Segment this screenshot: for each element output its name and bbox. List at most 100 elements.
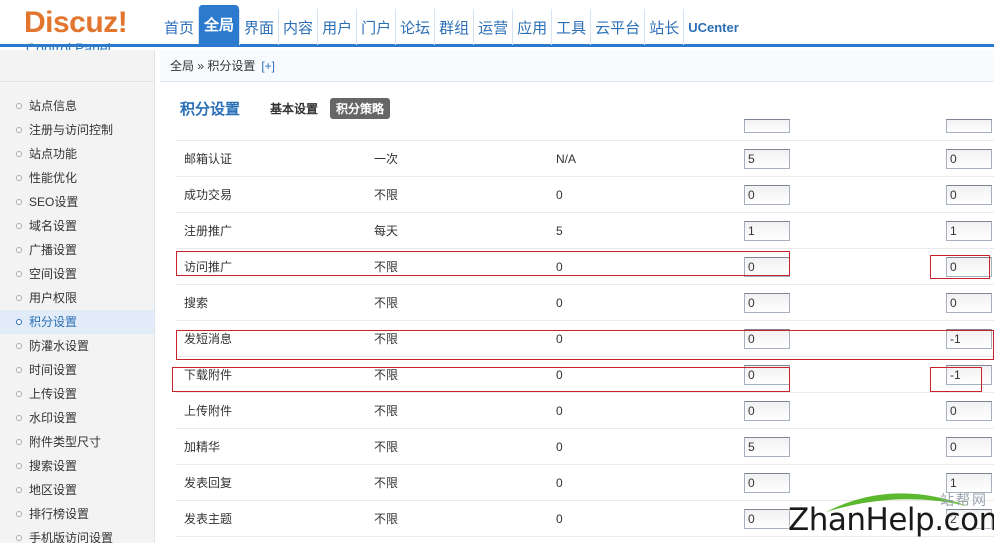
sidebar-item-3[interactable]: 性能优化 xyxy=(0,166,154,190)
nav-item-2[interactable]: 界面 xyxy=(239,9,278,45)
table-row: 发短消息 不限 0 0 -1 xyxy=(176,321,994,357)
reward-cycle: 不限 xyxy=(374,368,399,382)
credit-value-input[interactable]: 0 xyxy=(744,472,790,493)
sidebar-item-2[interactable]: 站点功能 xyxy=(0,142,154,166)
sidebar-menu: 站点信息注册与访问控制站点功能性能优化 SEO设置 域名设置 广播设置空间设置用户权限… xyxy=(0,82,154,543)
credit-value-input[interactable]: -1 xyxy=(946,364,992,385)
action-name: 加精华 xyxy=(184,440,221,454)
sidebar-item-label: 注册与访问控制 xyxy=(29,123,114,137)
action-name: 发短消息 xyxy=(184,332,233,346)
sidebar-item-13[interactable]: 水印设置 xyxy=(0,406,154,430)
reward-cycle: 不限 xyxy=(374,440,399,454)
action-name: 下载附件 xyxy=(184,368,233,382)
credit-value-input[interactable]: 0 xyxy=(946,400,992,421)
credit-value-input[interactable]: 0 xyxy=(744,184,790,205)
nav-item-3[interactable]: 内容 xyxy=(278,9,317,45)
sidebar-item-label: 水印设置 xyxy=(29,411,78,425)
credit-value-input[interactable]: 0 xyxy=(744,292,790,313)
nav-item-0[interactable]: 首页 xyxy=(160,9,198,45)
reward-times: 0 xyxy=(556,403,563,418)
sidebar-item-7[interactable]: 空间设置 xyxy=(0,262,154,286)
sidebar-item-label: 附件类型尺寸 xyxy=(29,435,102,449)
credit-value-input[interactable]: 0 xyxy=(946,436,992,457)
credit-value-input[interactable]: 0 xyxy=(744,400,790,421)
table-row: 上传附件 不限 0 0 0 xyxy=(176,393,994,429)
nav-item-7[interactable]: 群组 xyxy=(434,9,473,45)
sidebar-item-11[interactable]: 时间设置 xyxy=(0,358,154,382)
sidebar-item-15[interactable]: 搜索设置 xyxy=(0,454,154,478)
action-name: 发表主题 xyxy=(184,512,233,526)
sidebar-item-18[interactable]: 手机版访问设置 xyxy=(0,526,154,543)
bullet-icon xyxy=(16,199,22,205)
nav-item-6[interactable]: 论坛 xyxy=(395,9,434,45)
credit-value-input[interactable]: 0 xyxy=(946,148,992,169)
sidebar-item-5[interactable]: 域名设置 xyxy=(0,214,154,238)
credit-value-input[interactable]: 5 xyxy=(744,148,790,169)
nav-item-10[interactable]: 工具 xyxy=(551,9,590,45)
reward-cycle: 不限 xyxy=(374,512,399,526)
reward-times: 0 xyxy=(556,331,563,346)
credit-value-input[interactable] xyxy=(744,119,790,133)
bullet-icon xyxy=(16,415,22,421)
tab-basic-settings[interactable]: 基本设置 xyxy=(264,98,324,119)
bullet-icon xyxy=(16,295,22,301)
sidebar-item-12[interactable]: 上传设置 xyxy=(0,382,154,406)
sidebar-item-label: 空间设置 xyxy=(29,267,78,281)
sidebar-item-1[interactable]: 注册与访问控制 xyxy=(0,118,154,142)
reward-cycle: 每天 xyxy=(374,224,399,238)
reward-cycle: 不限 xyxy=(374,260,399,274)
credit-value-input[interactable]: 0 xyxy=(744,328,790,349)
bullet-icon xyxy=(16,487,22,493)
credit-value-input[interactable]: 0 xyxy=(946,184,992,205)
action-name: 上传附件 xyxy=(184,404,233,418)
nav-item-8[interactable]: 运营 xyxy=(473,9,512,45)
reward-times: 0 xyxy=(556,295,563,310)
breadcrumb: 全局 » 积分设置 [+] xyxy=(160,50,994,82)
action-name: 邮箱认证 xyxy=(184,152,233,166)
nav-item-9[interactable]: 应用 xyxy=(512,9,551,45)
main-content: 积分设置 基本设置 积分策略 邮箱认证 一次 N/A 5 0 成功交易 不限 0 0 0 注册推广每… xyxy=(160,83,994,543)
nav-item-13[interactable]: UCenter xyxy=(683,9,743,45)
add-shortcut-button[interactable]: [+] xyxy=(261,59,275,73)
tab-credit-policy[interactable]: 积分策略 xyxy=(330,98,391,119)
sidebar-item-6[interactable]: 广播设置 xyxy=(0,238,154,262)
credit-value-input[interactable]: 1 xyxy=(744,220,790,241)
credit-value-input[interactable]: 5 xyxy=(744,436,790,457)
reward-cycle: 不限 xyxy=(374,296,399,310)
nav-item-11[interactable]: 云平台 xyxy=(590,9,644,45)
sidebar-item-8[interactable]: 用户权限 xyxy=(0,286,154,310)
bullet-icon xyxy=(16,439,22,445)
header: Discuz! Control Panel 首页 全局 界面 内容 用户 门户 论坛 群组 运营… xyxy=(0,0,994,56)
credit-value-input[interactable] xyxy=(946,119,992,133)
bullet-icon xyxy=(16,511,22,517)
sidebar-item-9[interactable]: 积分设置 xyxy=(0,310,154,334)
nav-item-4[interactable]: 用户 xyxy=(317,9,356,45)
sidebar-item-label: 性能优化 xyxy=(29,171,78,185)
sidebar: 站点信息注册与访问控制站点功能性能优化 SEO设置 域名设置 广播设置空间设置用户权限… xyxy=(0,50,155,543)
sidebar-item-label: 排行榜设置 xyxy=(29,507,90,521)
credit-value-input[interactable]: 0 xyxy=(744,508,790,529)
nav-item-1[interactable]: 全局 xyxy=(198,5,240,44)
reward-times: 5 xyxy=(556,223,563,238)
reward-times: 0 xyxy=(556,259,563,274)
sidebar-item-14[interactable]: 附件类型尺寸 xyxy=(0,430,154,454)
sidebar-item-10[interactable]: 防灌水设置 xyxy=(0,334,154,358)
sidebar-item-16[interactable]: 地区设置 xyxy=(0,478,154,502)
nav-item-12[interactable]: 站长 xyxy=(644,9,683,45)
credit-value-input[interactable]: 0 xyxy=(946,292,992,313)
bullet-icon xyxy=(16,175,22,181)
nav-item-5[interactable]: 门户 xyxy=(356,9,395,45)
credit-value-input[interactable]: -1 xyxy=(946,328,992,349)
sidebar-item-0[interactable]: 站点信息 xyxy=(0,94,154,118)
logo-brand: Discuz! xyxy=(24,6,128,39)
sidebar-item-label: 地区设置 xyxy=(29,483,78,497)
sidebar-item-17[interactable]: 排行榜设置 xyxy=(0,502,154,526)
credit-value-input[interactable]: 0 xyxy=(744,256,790,277)
credit-value-input[interactable]: 0 xyxy=(744,364,790,385)
action-name: 搜索 xyxy=(184,296,209,310)
reward-cycle: 不限 xyxy=(374,188,399,202)
action-name: 发表回复 xyxy=(184,476,233,490)
credit-value-input[interactable]: 0 xyxy=(946,256,992,277)
sidebar-item-4[interactable]: SEO设置 xyxy=(0,190,154,214)
credit-value-input[interactable]: 1 xyxy=(946,220,992,241)
